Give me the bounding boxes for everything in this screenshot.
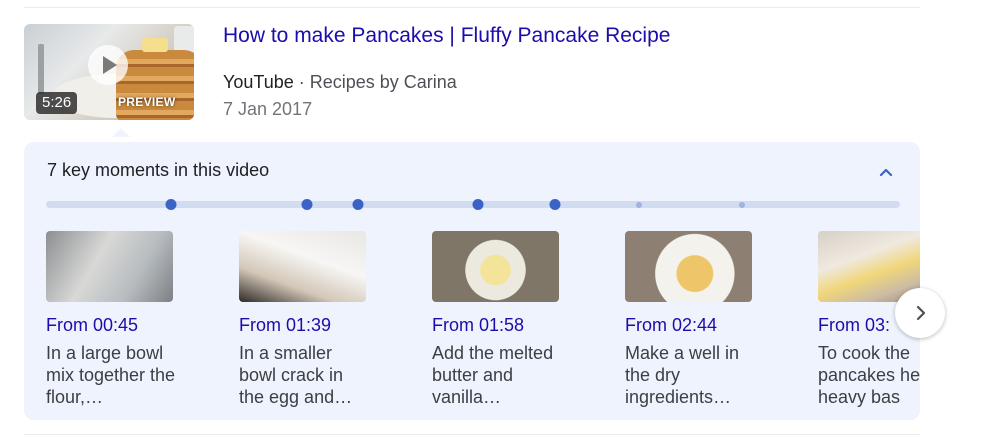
key-moment-item[interactable]: From 00:45 In a large bowl mix together … (46, 231, 221, 408)
timeline-marker[interactable] (352, 199, 364, 210)
key-moment-timestamp[interactable]: From 01:58 (432, 315, 607, 336)
key-moment-description: In a smaller bowl crack in the egg and… (239, 343, 353, 407)
publish-date: 7 Jan 2017 (223, 99, 313, 119)
fork-image (38, 44, 44, 94)
video-thumbnail[interactable]: 5:26 PREVIEW (24, 24, 194, 120)
key-moment-timestamp[interactable]: From 00:45 (46, 315, 221, 336)
chevron-right-icon[interactable] (895, 288, 945, 338)
key-moment-thumbnail[interactable] (625, 231, 752, 302)
timeline-marker[interactable] (472, 199, 484, 210)
play-icon[interactable] (88, 45, 128, 85)
key-moment-thumbnail[interactable] (239, 231, 366, 302)
key-moment-timestamp[interactable]: From 01:39 (239, 315, 414, 336)
source-site: YouTube (223, 72, 294, 92)
key-moment-item[interactable]: From 02:44 Make a well in the dry ingred… (625, 231, 800, 408)
timeline-marker[interactable] (301, 199, 313, 210)
key-moment-description: In a large bowl mix together the flour,… (46, 343, 176, 407)
key-moment-thumbnail[interactable] (46, 231, 173, 302)
result-source: YouTube · Recipes by Carina (223, 72, 457, 93)
duration-badge: 5:26 (36, 92, 78, 114)
top-divider (24, 7, 920, 8)
key-moments-panel: 7 key moments in this video From 00:45 I… (24, 142, 920, 420)
key-moment-timestamp[interactable]: From 02:44 (625, 315, 800, 336)
source-separator: · (293, 72, 310, 92)
key-moment-item[interactable]: From 01:39 In a smaller bowl crack in th… (239, 231, 414, 408)
panel-pointer (112, 128, 130, 137)
key-moments-heading: 7 key moments in this video (47, 160, 270, 180)
chevron-up-icon[interactable] (876, 162, 896, 182)
source-channel: Recipes by Carina (309, 72, 457, 92)
key-moment-item[interactable]: From 01:58 Add the melted butter and van… (432, 231, 607, 408)
timeline-marker[interactable] (636, 202, 642, 208)
timeline-marker[interactable] (165, 199, 177, 210)
result-title-link[interactable]: How to make Pancakes | Fluffy Pancake Re… (223, 24, 670, 48)
key-moment-thumbnail[interactable] (818, 231, 920, 302)
butter-image (142, 38, 168, 52)
bottom-divider (24, 434, 920, 435)
key-moment-description: To cook the pancakes he a heavy bas (818, 343, 920, 407)
timeline-marker[interactable] (549, 199, 561, 210)
preview-label: PREVIEW (118, 95, 176, 109)
key-moment-thumbnail[interactable] (432, 231, 559, 302)
timeline-marker[interactable] (739, 202, 745, 208)
key-moment-description: Make a well in the dry ingredients… (625, 343, 740, 407)
key-moment-description: Add the melted butter and vanilla… (432, 343, 554, 407)
